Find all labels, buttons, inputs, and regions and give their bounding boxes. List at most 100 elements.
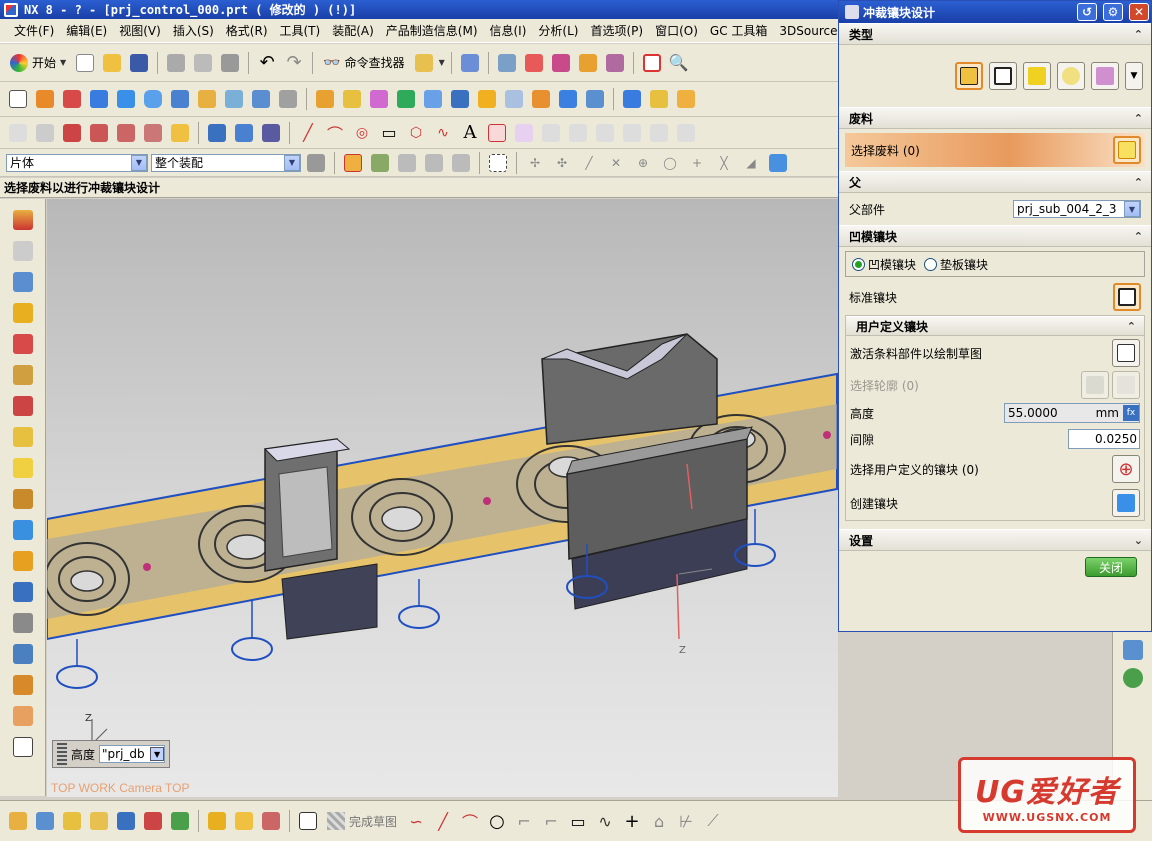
menu-edit[interactable]: 编辑(E) [60,22,113,39]
section-scrap-header[interactable]: 废料 ⌃ [839,107,1151,129]
endpoint-snap-button[interactable]: ✢ [523,151,547,175]
menu-pmi[interactable]: 产品制造信息(M) [380,22,484,39]
cut-button[interactable] [164,51,188,75]
paste-button[interactable] [218,51,242,75]
arc-button[interactable]: ⌒ [323,121,347,145]
scrap-button[interactable] [674,87,698,111]
polygon-button[interactable]: ⬡ [404,121,428,145]
resource-die-button[interactable] [10,362,36,388]
bridge-button[interactable] [566,121,590,145]
copy-button[interactable] [191,51,215,75]
face-button[interactable] [195,87,219,111]
bounded-snap-button[interactable]: ◢ [739,151,763,175]
divide-button[interactable] [620,121,644,145]
section-type-header[interactable]: 类型 ⌃ [839,23,1151,45]
sketch-arc-button[interactable]: ⌒ [458,809,482,833]
select-contour-button[interactable] [1112,371,1140,399]
arc-center-snap-button[interactable]: ⊕ [631,151,655,175]
dialog-title-bar[interactable]: 冲裁镶块设计 ↺ ⚙ ✕ [839,1,1151,23]
create-insert-button[interactable] [1112,489,1140,517]
zoom-button[interactable]: 🔍 [667,51,691,75]
cylinder-button[interactable] [114,87,138,111]
info-button[interactable] [458,51,482,75]
sketch-rectangle-button[interactable]: ▭ [566,809,590,833]
offset-curve-button[interactable] [485,121,509,145]
cylinder2-button[interactable] [141,87,165,111]
join-button[interactable] [674,121,698,145]
chamfer-button[interactable] [33,121,57,145]
nx5-button[interactable] [168,87,192,111]
point-snap-button[interactable]: + [685,151,709,175]
select-scrap-row[interactable]: 选择废料 (0) [845,133,1145,167]
menu-tools[interactable]: 工具(T) [274,22,327,39]
lifter-button[interactable] [647,87,671,111]
bend-button[interactable] [475,87,499,111]
menu-assemblies[interactable]: 装配(A) [326,22,380,39]
revolve-button[interactable] [60,87,84,111]
close-button[interactable]: 关闭 [1085,557,1137,577]
block-button[interactable] [87,87,111,111]
menu-format[interactable]: 格式(R) [220,22,274,39]
resource-diebase-button[interactable] [10,424,36,450]
menu-file[interactable]: 文件(F) [8,22,60,39]
radio-backing-insert[interactable]: 垫板镶块 [924,256,988,273]
edit-object-button[interactable] [603,51,627,75]
section-settings-header[interactable]: 设置 ⌄ [839,529,1151,551]
resource-standard-button[interactable] [10,486,36,512]
tool-button[interactable] [367,87,391,111]
resource-piercing-button[interactable] [10,393,36,419]
height-input[interactable]: 55.0000 mm fx [1004,403,1140,423]
dock-history-button[interactable] [1122,640,1143,660]
scope-select[interactable]: 整个装配 ▼ [151,153,301,172]
height-expression-input[interactable]: "prj_db ▼ [99,745,166,763]
shell-button[interactable] [249,87,273,111]
standard-part-button[interactable] [620,87,644,111]
move-button[interactable] [141,809,165,833]
open-button[interactable] [100,51,124,75]
new-component-button[interactable] [87,809,111,833]
sketch-circle-button[interactable]: ○ [485,809,509,833]
body-snap-button[interactable] [766,151,790,175]
select-user-insert-button[interactable]: ⊕ [1112,455,1140,483]
type-blanking-insert-button[interactable] [955,62,983,90]
resource-punch-button[interactable] [10,579,36,605]
stack-button[interactable] [205,121,229,145]
deselect-button[interactable] [449,151,473,175]
assembly-nav-button[interactable] [6,809,30,833]
resource-pocket-button[interactable] [10,610,36,636]
die-base-button[interactable] [421,87,445,111]
explode-button[interactable] [205,809,229,833]
menu-3dsource[interactable]: 3DSource [773,24,843,38]
tangent-snap-button[interactable]: ◯ [658,151,682,175]
extrude-button[interactable] [33,87,57,111]
rect-select-button[interactable] [486,151,510,175]
type-block-insert-button[interactable] [989,62,1017,90]
type-filter-select[interactable]: 片体 ▼ [6,153,148,172]
strip-button[interactable] [313,87,337,111]
sketch-button[interactable] [6,87,30,111]
parent-part-select[interactable]: prj_sub_004_2_3 ▼ [1013,200,1141,218]
type-more-button[interactable]: ▼ [1125,62,1143,90]
face-snap-button[interactable]: ╳ [712,151,736,175]
chevron-down-icon[interactable]: ▼ [150,747,165,761]
sheet-button[interactable] [502,87,526,111]
finish-sketch-button[interactable]: 完成草图 [323,809,401,833]
spring-button[interactable] [276,87,300,111]
save-button[interactable] [127,51,151,75]
analysis-button[interactable] [259,121,283,145]
sketch-chamfer-button[interactable]: ⌐ [539,809,563,833]
sequence-button[interactable] [232,809,256,833]
assembly-constraint-button[interactable] [412,51,436,75]
sketch-point-button[interactable]: + [620,809,644,833]
section-user-defined-header[interactable]: 用户定义镶块 ⌃ [846,316,1144,336]
menu-gc-toolkit[interactable]: GC 工具箱 [704,22,774,39]
rectangle-button[interactable]: ▭ [377,121,401,145]
resource-nest-button[interactable] [10,300,36,326]
resource-insert-button[interactable] [10,517,36,543]
coil-button[interactable] [232,121,256,145]
sketch-extend-button[interactable]: ⟋ [701,809,725,833]
insert-button[interactable] [394,87,418,111]
spline-button[interactable]: ∿ [431,121,455,145]
offset-button[interactable] [222,87,246,111]
profile-button[interactable]: ∽ [404,809,428,833]
